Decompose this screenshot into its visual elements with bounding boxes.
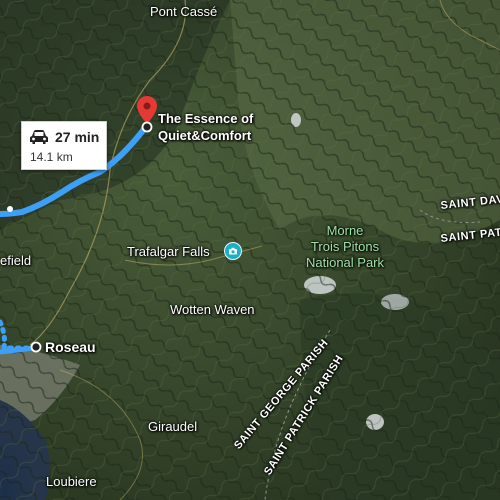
car-icon [30,130,48,144]
destination-pin-icon[interactable] [137,96,157,124]
place-label-pont-casse[interactable]: Pont Cassé [150,4,217,19]
park-icon[interactable] [224,242,242,260]
origin-label[interactable]: Roseau [45,339,96,355]
place-label-efield[interactable]: efield [0,253,31,268]
place-label-giraudel[interactable]: Giraudel [148,419,197,434]
destination-label[interactable]: The Essence of Quiet&Comfort [158,110,253,144]
destination-dot-icon [141,121,153,133]
route-waypoint [7,206,13,212]
satellite-map[interactable]: The Essence of Quiet&Comfort Roseau 27 m… [0,0,500,500]
route-distance: 14.1 km [30,150,73,164]
origin-dot-icon[interactable] [30,341,42,353]
place-label-loubiere[interactable]: Loubiere [46,474,97,489]
park-name-line3: National Park [305,255,385,270]
destination-name-line2: Quiet&Comfort [158,128,252,143]
destination-name-line1: The Essence of [158,111,254,126]
park-label[interactable]: Morne Trois Pitons National Park [296,223,394,271]
camera-icon [229,247,237,255]
park-name-line2: Trois Pitons [310,239,380,254]
route-info-card[interactable]: 27 min 14.1 km [21,121,107,170]
place-label-trafalgar-falls[interactable]: Trafalgar Falls [127,244,210,259]
place-label-wotten-waven[interactable]: Wotten Waven [170,302,255,317]
route-duration: 27 min [55,129,100,145]
park-name-line1: Morne [326,223,364,238]
